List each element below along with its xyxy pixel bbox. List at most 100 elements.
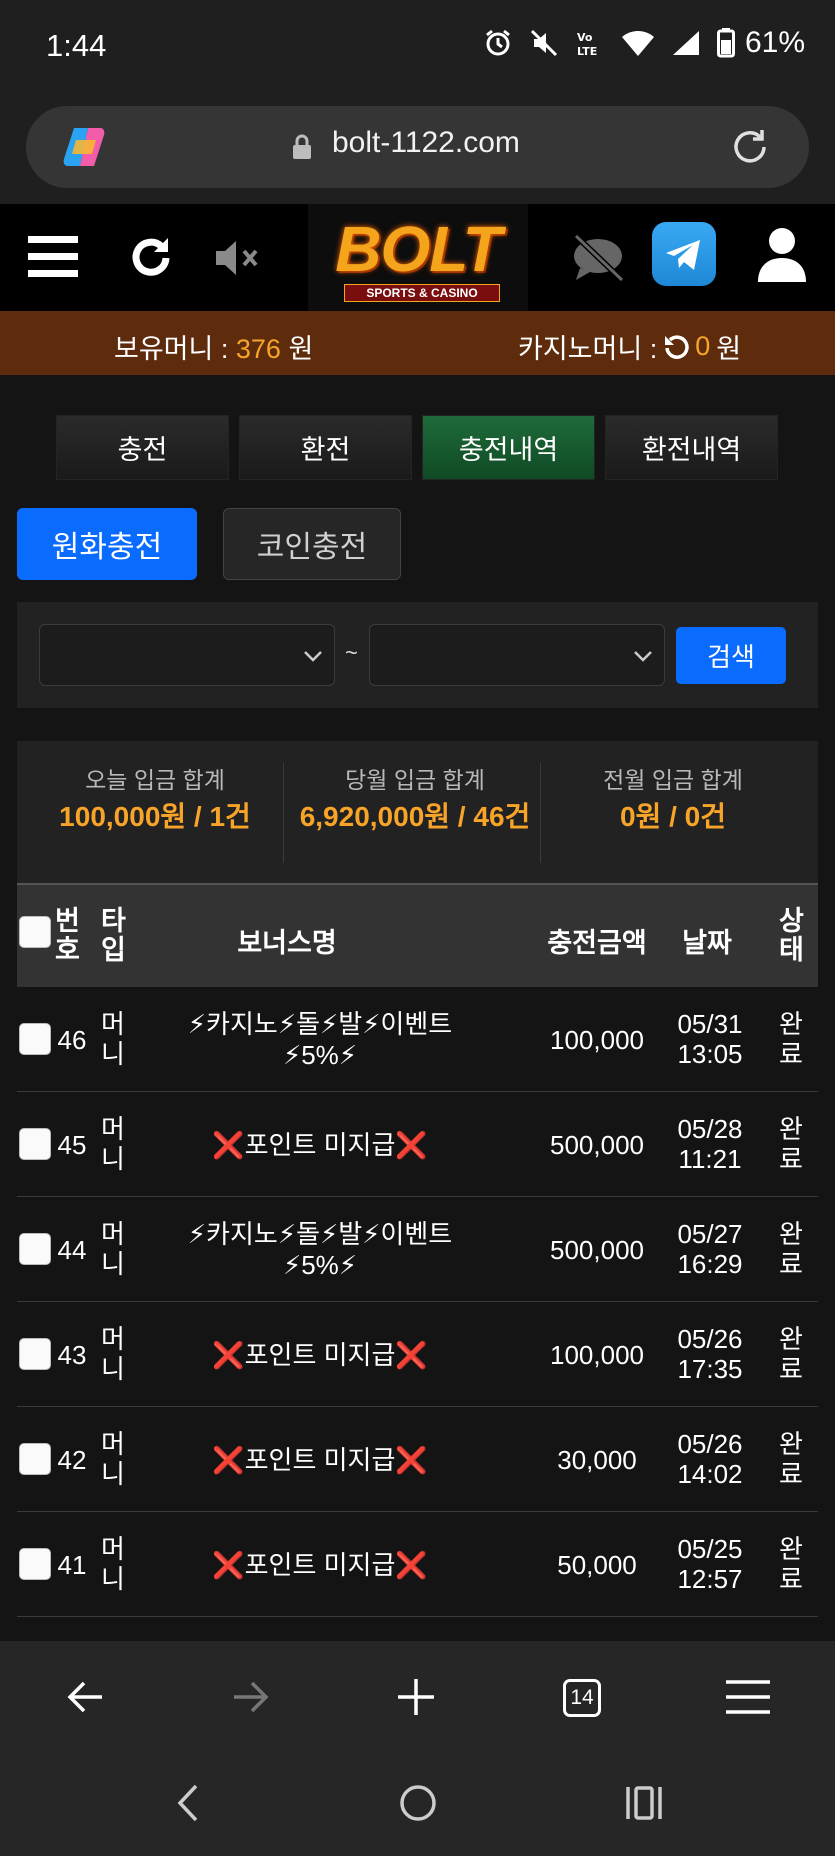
start-date-select[interactable] — [39, 624, 335, 686]
row-amount: 100,000 — [550, 1025, 644, 1055]
chevron-down-icon — [634, 651, 652, 662]
row-checkbox[interactable] — [19, 1023, 51, 1055]
row-time: 11:21 — [678, 1144, 742, 1174]
main-tabs: 충전 환전 충전내역 환전내역 — [56, 415, 778, 480]
krw-deposit-button[interactable]: 원화충전 — [17, 508, 197, 580]
end-date-select[interactable] — [369, 624, 665, 686]
alarm-icon — [486, 29, 510, 56]
row-type: 머니 — [101, 1429, 125, 1489]
divider — [540, 763, 541, 863]
summary-last-month: 전월 입금 합계 0원 / 0건 — [553, 741, 793, 883]
mute-icon — [530, 29, 558, 57]
logo-text: BOLT — [335, 213, 501, 285]
battery-icon — [716, 28, 735, 58]
row-checkbox[interactable] — [19, 1443, 51, 1475]
new-tab-icon[interactable] — [396, 1677, 436, 1717]
row-bonus-name: ❌포인트 미지급❌ — [167, 1550, 473, 1581]
money-value: 376 — [235, 334, 281, 364]
header-type: 타입 — [101, 906, 126, 965]
copilot-icon[interactable] — [60, 124, 108, 170]
row-no: 46 — [57, 1025, 87, 1055]
row-no: 42 — [57, 1445, 87, 1475]
row-type: 머니 — [101, 1534, 125, 1594]
row-no: 43 — [57, 1340, 87, 1370]
user-icon[interactable] — [756, 226, 808, 284]
telegram-icon — [666, 240, 700, 270]
tab-switcher-button[interactable]: 14 — [563, 1679, 601, 1717]
row-no: 44 — [57, 1235, 87, 1265]
system-back-icon[interactable] — [176, 1783, 200, 1823]
casino-balance: 카지노머니 : 0 원 — [518, 327, 741, 366]
tab-deposit-history[interactable]: 충전내역 — [422, 415, 595, 480]
url-text[interactable]: bolt-1122.com — [332, 126, 520, 160]
system-recents-icon[interactable] — [624, 1783, 664, 1823]
row-bonus-name: ⚡카지노⚡돌⚡발⚡이벤트 ⚡5%⚡ — [167, 1009, 473, 1071]
row-bonus-name: ❌포인트 미지급❌ — [167, 1130, 473, 1161]
row-checkbox[interactable] — [19, 1233, 51, 1265]
table-row: 43 머니 ❌포인트 미지급❌ 100,000 05/26 17:35 완료 — [17, 1302, 818, 1407]
lock-icon — [293, 134, 311, 159]
summary-value: 0원 / 0건 — [619, 801, 726, 832]
chat-off-icon[interactable] — [570, 232, 626, 284]
coin-deposit-button[interactable]: 코인충전 — [223, 508, 401, 580]
table-row: 44 머니 ⚡카지노⚡돌⚡발⚡이벤트 ⚡5%⚡ 500,000 05/27 16:29 완료 — [17, 1197, 818, 1302]
select-all-checkbox[interactable] — [19, 916, 51, 948]
telegram-button[interactable] — [652, 222, 716, 286]
tab-withdraw[interactable]: 환전 — [239, 415, 412, 480]
system-home-icon[interactable] — [398, 1783, 438, 1823]
search-button[interactable]: 검색 — [676, 627, 786, 684]
row-datetime: 05/31 13:05 — [667, 1009, 753, 1069]
row-status: 완료 — [779, 1534, 803, 1594]
bonus-line-1: ⚡카지노⚡돌⚡발⚡이벤트 — [187, 1009, 453, 1039]
logo-subtitle: SPORTS & CASINO — [344, 284, 500, 302]
system-navigation-bar — [0, 1753, 835, 1856]
table-row: 41 머니 ❌포인트 미지급❌ 50,000 05/25 12:57 완료 — [17, 1512, 818, 1617]
browser-toolbar: bolt-1122.com — [0, 96, 835, 204]
table-row: 46 머니 ⚡카지노⚡돌⚡발⚡이벤트 ⚡5%⚡ 100,000 05/31 13:05 완료 — [17, 987, 818, 1092]
row-amount: 50,000 — [557, 1550, 637, 1580]
summary-label: 당월 입금 합계 — [345, 767, 485, 793]
status-time: 1:44 — [46, 28, 107, 63]
row-type: 머니 — [101, 1219, 125, 1279]
menu-icon[interactable] — [28, 234, 80, 280]
row-checkbox[interactable] — [19, 1128, 51, 1160]
summary-today: 오늘 입금 합계 100,000원 / 1건 — [35, 741, 275, 883]
summary-label: 오늘 입금 합계 — [85, 767, 225, 793]
row-status: 완료 — [779, 1219, 803, 1279]
row-status: 완료 — [779, 1009, 803, 1069]
summary-label: 전월 입금 합계 — [603, 767, 743, 793]
bonus-line-1: ❌포인트 미지급❌ — [212, 1130, 428, 1160]
deposit-summary: 오늘 입금 합계 100,000원 / 1건 당월 입금 합계 6,920,00… — [17, 741, 818, 883]
table-row: 45 머니 ❌포인트 미지급❌ 500,000 05/28 11:21 완료 — [17, 1092, 818, 1197]
table-row: 42 머니 ❌포인트 미지급❌ 30,000 05/26 14:02 완료 — [17, 1407, 818, 1512]
row-time: 16:29 — [677, 1249, 743, 1279]
site-logo[interactable]: BOLT SPORTS & CASINO — [308, 204, 528, 311]
browser-reload-icon[interactable] — [729, 126, 771, 168]
row-status: 완료 — [779, 1324, 803, 1384]
status-bar: 1:44 Vo LTE 61% — [0, 0, 835, 96]
browser-menu-icon[interactable] — [726, 1679, 770, 1715]
refresh-icon[interactable] — [128, 234, 174, 280]
casino-refresh-icon[interactable] — [663, 334, 689, 360]
battery-percent: 61% — [744, 26, 805, 59]
tab-deposit[interactable]: 충전 — [56, 415, 229, 480]
bonus-line-1: ❌포인트 미지급❌ — [212, 1340, 428, 1370]
date-search-panel: ~ 검색 — [17, 602, 818, 708]
table-header: 번호 타입 보너스명 충전금액 날짜 상태 — [17, 883, 818, 987]
summary-value: 100,000원 / 1건 — [59, 801, 251, 832]
svg-text:Vo: Vo — [577, 31, 593, 44]
status-icons: Vo LTE 61% — [483, 26, 805, 60]
row-amount: 500,000 — [550, 1130, 644, 1160]
header-status: 상태 — [779, 906, 804, 965]
row-checkbox[interactable] — [19, 1338, 51, 1370]
address-bar[interactable]: bolt-1122.com — [26, 106, 809, 188]
signal-icon — [672, 31, 699, 55]
back-arrow-icon[interactable] — [66, 1677, 106, 1717]
row-checkbox[interactable] — [19, 1548, 51, 1580]
forward-arrow-icon[interactable] — [230, 1677, 270, 1717]
tab-withdraw-history[interactable]: 환전내역 — [605, 415, 778, 480]
balance-bar: 보유머니 : 376 원 카지노머니 : 0 원 — [0, 311, 835, 375]
money-label: 보유머니 : — [114, 334, 229, 364]
sound-off-icon[interactable] — [214, 238, 262, 278]
bonus-line-2: ⚡5%⚡ — [282, 1040, 358, 1070]
